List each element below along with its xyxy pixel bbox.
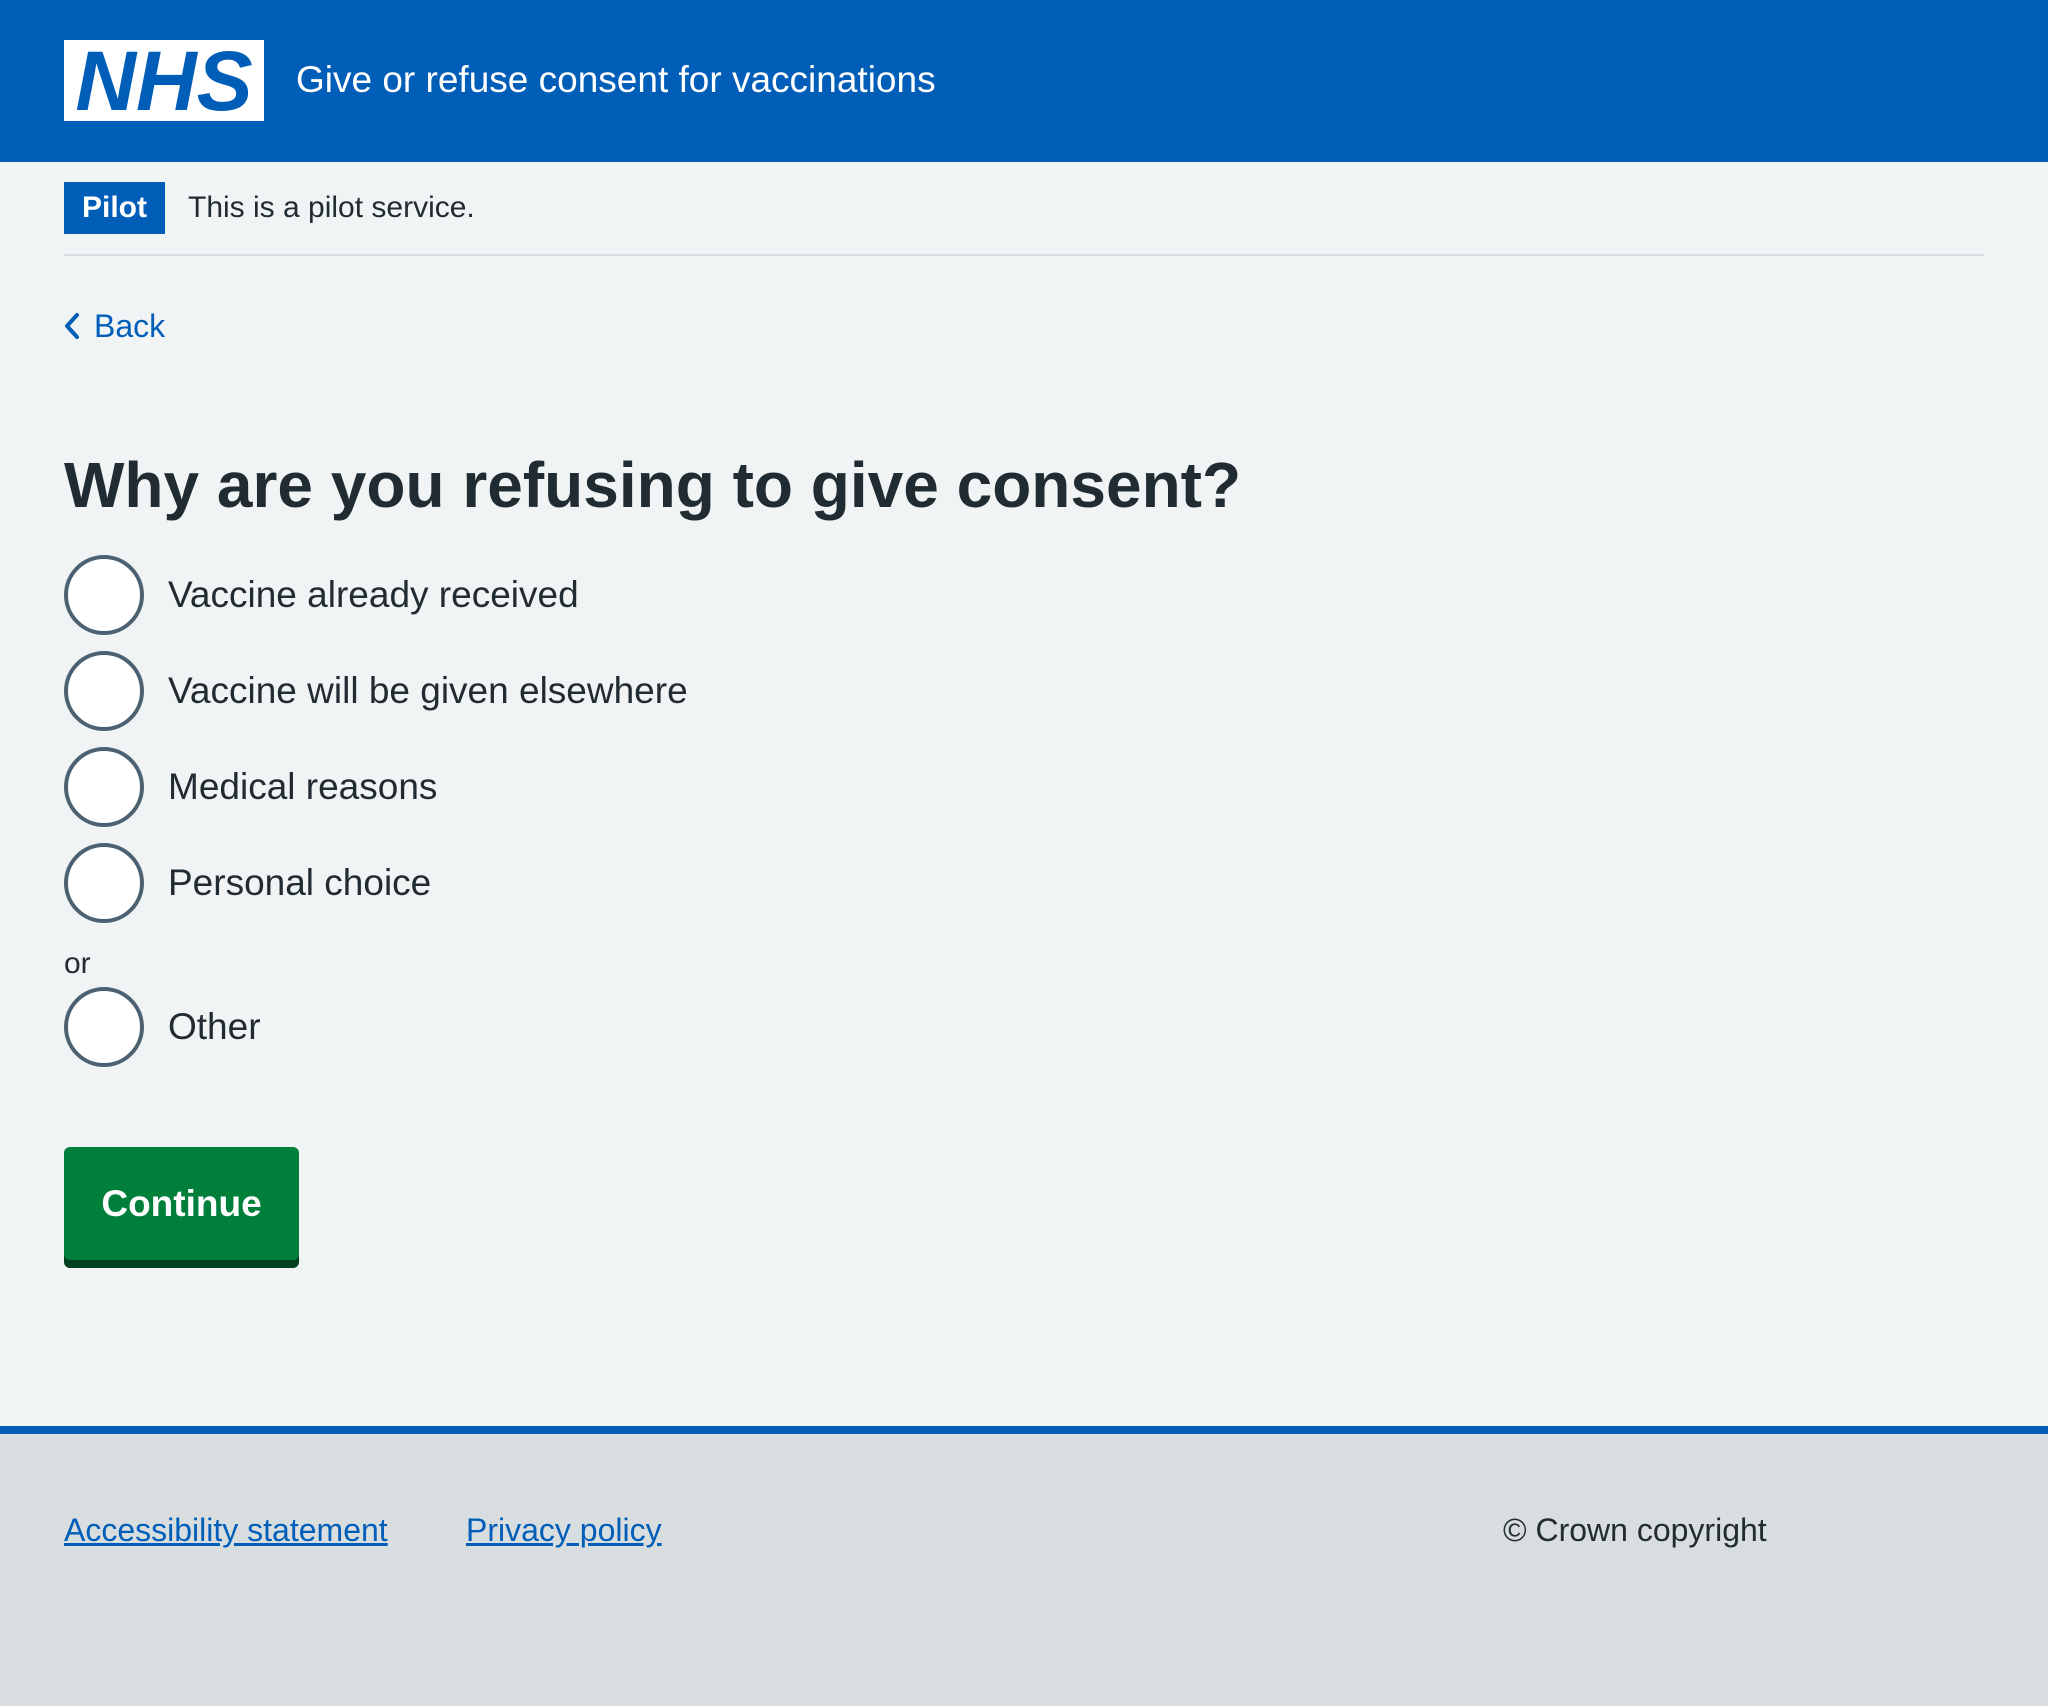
radio-label[interactable]: Vaccine already received xyxy=(168,573,579,617)
radio-button[interactable] xyxy=(64,555,144,635)
site-header: NHS Give or refuse consent for vaccinati… xyxy=(0,0,2048,162)
nhs-logo[interactable]: NHS xyxy=(64,34,264,128)
phase-tag: Pilot xyxy=(64,182,165,234)
radio-label[interactable]: Vaccine will be given elsewhere xyxy=(168,669,688,713)
radio-personal-choice[interactable]: Personal choice xyxy=(64,843,431,923)
footer-link-privacy[interactable]: Privacy policy xyxy=(466,1510,662,1550)
radio-button[interactable] xyxy=(64,843,144,923)
radio-label[interactable]: Other xyxy=(168,1005,261,1049)
radio-label[interactable]: Personal choice xyxy=(168,861,431,905)
nhs-logo-graphic: NHS xyxy=(64,34,264,128)
phase-banner: Pilot This is a pilot service. xyxy=(64,162,1984,256)
svg-text:NHS: NHS xyxy=(75,40,252,121)
radio-button[interactable] xyxy=(64,987,144,1067)
footer-link-accessibility[interactable]: Accessibility statement xyxy=(64,1510,388,1550)
radio-button[interactable] xyxy=(64,651,144,731)
service-name[interactable]: Give or refuse consent for vaccinations xyxy=(296,58,936,102)
chevron-left-icon xyxy=(65,313,79,339)
page-title: Why are you refusing to give consent? xyxy=(64,449,1242,521)
phase-text: This is a pilot service. xyxy=(188,191,475,224)
radio-other[interactable]: Other xyxy=(64,987,261,1067)
radio-vaccine-given-elsewhere[interactable]: Vaccine will be given elsewhere xyxy=(64,651,688,731)
radio-button[interactable] xyxy=(64,747,144,827)
radio-divider: or xyxy=(64,947,91,980)
back-link-label[interactable]: Back xyxy=(94,308,165,345)
radio-medical-reasons[interactable]: Medical reasons xyxy=(64,747,437,827)
site-footer: Accessibility statement Privacy policy ©… xyxy=(0,1426,2048,1706)
continue-button[interactable]: Continue xyxy=(64,1147,299,1260)
radio-vaccine-already-received[interactable]: Vaccine already received xyxy=(64,555,579,635)
radio-label[interactable]: Medical reasons xyxy=(168,765,437,809)
back-link[interactable]: Back xyxy=(64,306,165,346)
footer-copyright: © Crown copyright xyxy=(1503,1512,1767,1548)
